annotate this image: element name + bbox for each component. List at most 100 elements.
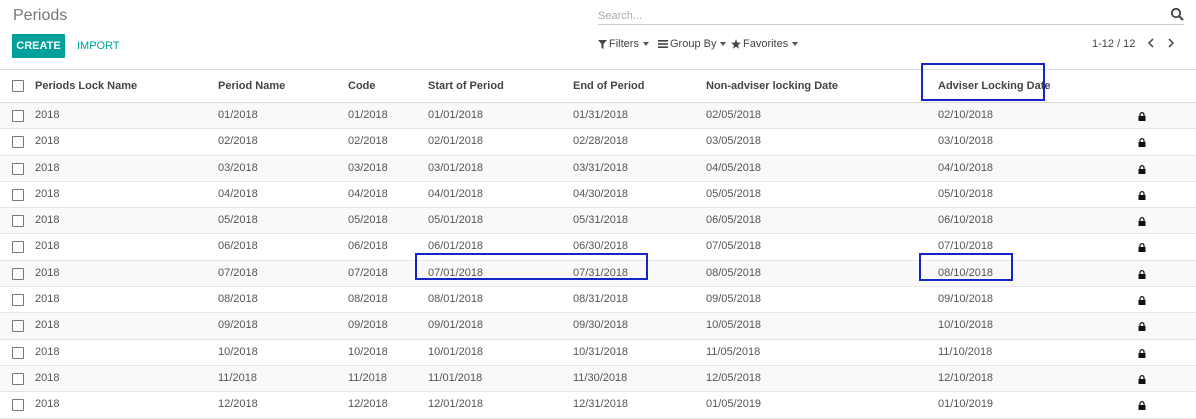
column-header[interactable]: End of Period — [573, 70, 645, 102]
table-cell: 2018 — [35, 398, 60, 411]
table-cell: 01/10/2019 — [938, 398, 994, 411]
table-cell: 05/05/2018 — [706, 187, 762, 200]
table-row[interactable]: 2018 01/2018 01/2018 01/01/2018 01/31/2018 02… — [0, 103, 1196, 130]
table-cell: 08/05/2018 — [706, 266, 762, 279]
lock-icon[interactable] — [1138, 217, 1146, 227]
table-cell: 08/01/2018 — [428, 293, 484, 306]
lock-icon[interactable] — [1138, 164, 1146, 174]
table-cell: 10/01/2018 — [428, 345, 484, 358]
table-cell: 12/2018 — [218, 398, 258, 411]
lock-icon[interactable] — [1138, 269, 1146, 279]
table-cell: 12/01/2018 — [428, 398, 484, 411]
row-checkbox[interactable] — [12, 294, 24, 307]
column-header[interactable]: Code — [348, 70, 376, 102]
column-header[interactable]: Period Name — [218, 70, 285, 102]
search-bar — [598, 6, 1184, 25]
column-header[interactable]: Start of Period — [428, 70, 504, 102]
list-icon — [658, 40, 668, 48]
row-checkbox[interactable] — [12, 188, 24, 201]
lock-icon[interactable] — [1138, 138, 1146, 148]
table-cell: 02/10/2018 — [938, 109, 994, 121]
lock-icon[interactable] — [1138, 322, 1146, 332]
groupby-dropdown[interactable]: Group By — [658, 38, 727, 50]
row-checkbox[interactable] — [12, 136, 24, 149]
row-checkbox[interactable] — [12, 346, 24, 359]
table-cell: 03/2018 — [348, 161, 388, 174]
table-cell: 2018 — [35, 109, 60, 121]
lock-icon[interactable] — [1138, 296, 1146, 306]
table-cell: 02/28/2018 — [573, 135, 629, 148]
row-checkbox[interactable] — [12, 399, 24, 412]
table-cell: 05/10/2018 — [938, 187, 994, 200]
pager-value[interactable]: 1-12 / 12 — [1092, 38, 1135, 50]
table-row[interactable]: 2018 08/2018 08/2018 08/01/2018 08/31/2018 09… — [0, 287, 1196, 314]
table-cell: 10/10/2018 — [938, 319, 994, 332]
lock-icon[interactable] — [1138, 374, 1146, 384]
table-cell: 12/2018 — [348, 398, 388, 411]
table-cell: 03/2018 — [218, 161, 258, 174]
import-button[interactable]: IMPORT — [77, 34, 120, 58]
table-cell: 2018 — [35, 135, 60, 148]
table-cell: 02/2018 — [348, 135, 388, 148]
table-cell: 09/10/2018 — [938, 293, 994, 306]
lock-icon[interactable] — [1138, 243, 1146, 253]
table-cell: 05/31/2018 — [573, 214, 629, 227]
table-cell: 04/10/2018 — [938, 161, 994, 174]
table-cell: 2018 — [35, 240, 60, 253]
caret-down-icon — [720, 42, 727, 46]
lock-icon[interactable] — [1138, 112, 1146, 121]
select-all-checkbox[interactable] — [12, 80, 24, 92]
create-button[interactable]: CREATE — [12, 34, 65, 58]
table-cell: 07/2018 — [218, 266, 258, 279]
table-cell: 03/10/2018 — [938, 135, 994, 148]
table-cell: 12/31/2018 — [573, 398, 629, 411]
table-cell: 2018 — [35, 371, 60, 384]
favorites-dropdown[interactable]: Favorites — [731, 38, 799, 50]
row-checkbox[interactable] — [12, 372, 24, 385]
row-checkbox[interactable] — [12, 162, 24, 175]
table-row[interactable]: 2018 02/2018 02/2018 02/01/2018 02/28/2018 03… — [0, 129, 1196, 156]
search-input[interactable] — [598, 7, 1158, 25]
row-checkbox[interactable] — [12, 320, 24, 333]
table-row[interactable]: 2018 12/2018 12/2018 12/01/2018 12/31/2018 01… — [0, 392, 1196, 419]
table-cell: 01/2018 — [218, 109, 258, 121]
lock-icon[interactable] — [1138, 348, 1146, 358]
table-row[interactable]: 2018 04/2018 04/2018 04/01/2018 04/30/2018 05… — [0, 182, 1196, 209]
table-cell: 01/31/2018 — [573, 109, 629, 121]
table-cell: 2018 — [35, 345, 60, 358]
table-row[interactable]: 2018 10/2018 10/2018 10/01/2018 10/31/2018 11… — [0, 340, 1196, 366]
table-cell: 11/10/2018 — [938, 345, 993, 358]
lock-icon[interactable] — [1138, 190, 1146, 200]
chevron-right-icon[interactable] — [1164, 36, 1178, 50]
table-row[interactable]: 2018 11/2018 11/2018 11/01/2018 11/30/2018 12… — [0, 365, 1196, 393]
table-cell: 05/2018 — [218, 214, 258, 227]
row-checkbox[interactable] — [12, 267, 24, 280]
column-header[interactable]: Non-adviser locking Date — [706, 70, 838, 102]
column-header[interactable]: Periods Lock Name — [35, 70, 137, 102]
table-cell: 04/2018 — [218, 187, 258, 200]
search-icon[interactable] — [1170, 7, 1184, 21]
table-cell: 05/2018 — [348, 214, 388, 227]
filter-icon — [598, 39, 607, 49]
table-cell: 09/05/2018 — [706, 293, 762, 306]
table-row[interactable]: 2018 05/2018 05/2018 05/01/2018 05/31/2018 06… — [0, 208, 1196, 235]
highlight-box — [919, 253, 1013, 281]
table-cell: 08/2018 — [348, 293, 388, 306]
caret-down-icon — [792, 42, 799, 46]
table-cell: 11/05/2018 — [706, 345, 761, 358]
table-cell: 02/2018 — [218, 135, 258, 148]
filters-dropdown[interactable]: Filters — [598, 38, 649, 50]
table-row[interactable]: 2018 03/2018 03/2018 03/01/2018 03/31/2018 04… — [0, 155, 1196, 182]
table-row[interactable]: 2018 09/2018 09/2018 09/01/2018 09/30/2018 10… — [0, 313, 1196, 340]
chevron-left-icon[interactable] — [1144, 36, 1158, 50]
table-cell: 04/01/2018 — [428, 187, 484, 200]
table-cell: 01/05/2019 — [706, 398, 762, 411]
table-cell: 2018 — [35, 161, 60, 174]
row-checkbox[interactable] — [12, 110, 24, 122]
row-checkbox[interactable] — [12, 215, 24, 228]
page-title: Periods — [13, 7, 68, 24]
highlight-box — [415, 253, 648, 280]
table-cell: 04/2018 — [348, 187, 388, 200]
row-checkbox[interactable] — [12, 241, 24, 254]
table-cell: 10/2018 — [348, 345, 388, 358]
